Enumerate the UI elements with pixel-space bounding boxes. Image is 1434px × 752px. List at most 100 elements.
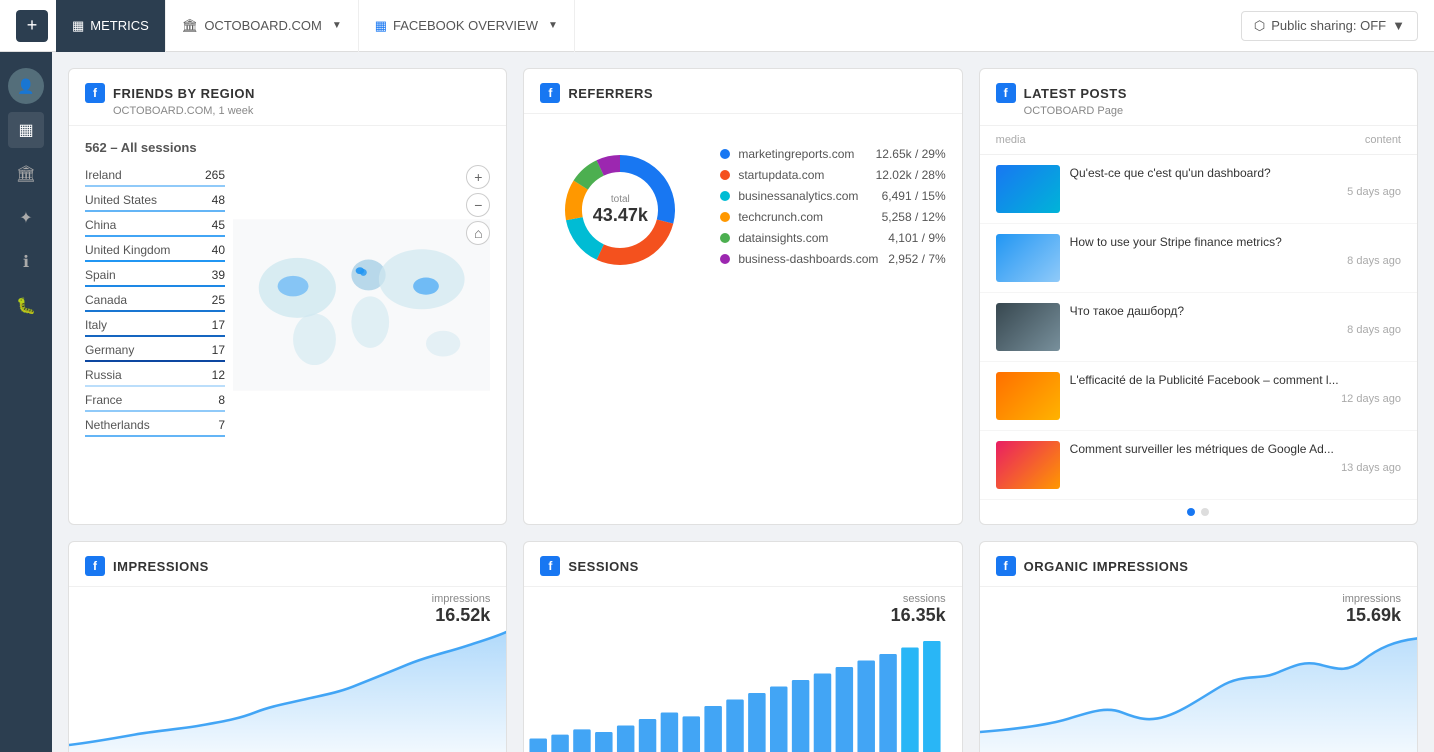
post-dot-2[interactable] xyxy=(1201,508,1209,516)
latest-posts-header: f LATEST POSTS OCTOBOARD Page xyxy=(980,69,1417,126)
referrer-name: datainsights.com xyxy=(738,231,880,245)
region-row: France8 xyxy=(85,390,225,412)
impressions-metric-label: impressions xyxy=(432,593,491,605)
post-date: 12 days ago xyxy=(1070,393,1401,405)
building-icon: 🏛 xyxy=(182,18,199,34)
sessions-metric-row: sessions 16.35k xyxy=(524,587,961,628)
referrer-name: startupdata.com xyxy=(738,168,867,182)
donut-center: total 43.47k xyxy=(593,194,648,226)
zoom-reset-button[interactable]: ⌂ xyxy=(466,221,490,245)
referrer-item: businessanalytics.com 6,491 / 15% xyxy=(720,189,945,203)
referrer-dot xyxy=(720,170,730,180)
impressions-chart xyxy=(69,628,506,752)
facebook-label: FACEBOOK OVERVIEW xyxy=(393,18,538,33)
referrers-list: marketingreports.com 12.65k / 29% startu… xyxy=(720,147,945,273)
organic-impressions-card: f ORGANIC IMPRESSIONS impressions 15.69k xyxy=(979,541,1418,752)
share-button[interactable]: ⬡ Public sharing: OFF ▼ xyxy=(1241,11,1418,41)
caret-icon: ▼ xyxy=(332,20,342,31)
impressions-card: f IMPRESSIONS impressions 16.52k xyxy=(68,541,507,752)
posts-list: Qu'est-ce que c'est qu'un dashboard? 5 d… xyxy=(980,155,1417,500)
region-row: United States48 xyxy=(85,190,225,212)
share-caret-icon: ▼ xyxy=(1392,18,1405,33)
referrer-stats: 5,258 / 12% xyxy=(882,210,946,224)
referrer-dot xyxy=(720,233,730,243)
referrer-dot xyxy=(720,254,730,264)
post-dot-1[interactable] xyxy=(1187,508,1195,516)
sessions-value: 16.35k xyxy=(891,605,946,626)
add-button[interactable]: + xyxy=(16,10,48,42)
metrics-tab[interactable]: ▦ METRICS xyxy=(56,0,166,52)
donut-value: 43.47k xyxy=(593,205,648,226)
sidebar-item-dashboard[interactable]: ▦ xyxy=(8,112,44,148)
zoom-in-button[interactable]: + xyxy=(466,165,490,189)
region-row: Spain39 xyxy=(85,265,225,287)
sidebar-avatar[interactable]: 👤 xyxy=(8,68,44,104)
organic-impressions-title: ORGANIC IMPRESSIONS xyxy=(1024,559,1189,574)
referrer-item: business-dashboards.com 2,952 / 7% xyxy=(720,252,945,266)
sidebar-item-building[interactable]: 🏛 xyxy=(8,156,44,192)
sessions-card: f SESSIONS sessions 16.35k xyxy=(523,541,962,752)
organic-value: 15.69k xyxy=(1342,605,1401,626)
region-row: Germany17 xyxy=(85,340,225,362)
region-row: Netherlands7 xyxy=(85,415,225,437)
sidebar-item-bug[interactable]: 🐛 xyxy=(8,288,44,324)
facebook-nav-icon: ▦ xyxy=(375,18,387,34)
friends-by-region-card: f FRIENDS BY REGION OCTOBOARD.COM, 1 wee… xyxy=(68,68,507,525)
world-map xyxy=(233,165,490,445)
post-item: Qu'est-ce que c'est qu'un dashboard? 5 d… xyxy=(980,155,1417,224)
fb-icon-region: f xyxy=(85,83,105,103)
topnav: + ▦ METRICS 🏛 OCTOBOARD.COM ▼ ▦ FACEBOOK… xyxy=(0,0,1434,52)
donut-segment xyxy=(597,219,674,265)
referrer-stats: 12.65k / 29% xyxy=(876,147,946,161)
fb-icon-impressions: f xyxy=(85,556,105,576)
share-label: Public sharing: OFF xyxy=(1271,18,1386,33)
post-date: 8 days ago xyxy=(1070,324,1401,336)
post-item: How to use your Stripe finance metrics? … xyxy=(980,224,1417,293)
post-date: 13 days ago xyxy=(1070,462,1401,474)
referrer-name: businessanalytics.com xyxy=(738,189,873,203)
post-thumbnail xyxy=(996,234,1060,282)
referrer-dot xyxy=(720,149,730,159)
referrer-name: marketingreports.com xyxy=(738,147,867,161)
octoboard-tab[interactable]: 🏛 OCTOBOARD.COM ▼ xyxy=(166,0,359,52)
post-thumbnail xyxy=(996,441,1060,489)
referrer-stats: 12.02k / 28% xyxy=(876,168,946,182)
posts-col-media: media xyxy=(996,134,1026,146)
referrers-card: f REFERRERS total 43.47k xyxy=(523,68,962,525)
referrers-title: REFERRERS xyxy=(568,86,653,101)
layout: 👤 ▦ 🏛 ✦ ℹ 🐛 f FRIENDS BY REGION OCTOBOAR… xyxy=(0,52,1434,752)
referrer-name: techcrunch.com xyxy=(738,210,873,224)
post-content-area: Comment surveiller les métriques de Goog… xyxy=(1070,441,1401,474)
referrer-stats: 4,101 / 9% xyxy=(888,231,945,245)
post-title: Qu'est-ce que c'est qu'un dashboard? xyxy=(1070,165,1401,182)
sessions-header: f SESSIONS xyxy=(524,542,961,587)
post-date: 5 days ago xyxy=(1070,186,1401,198)
region-list: Ireland265United States48China45United K… xyxy=(85,165,225,448)
referrer-item: datainsights.com 4,101 / 9% xyxy=(720,231,945,245)
sidebar: 👤 ▦ 🏛 ✦ ℹ 🐛 xyxy=(0,52,52,752)
facebook-tab[interactable]: ▦ FACEBOOK OVERVIEW ▼ xyxy=(359,0,575,52)
fb-icon-organic: f xyxy=(996,556,1016,576)
sidebar-item-info[interactable]: ℹ xyxy=(8,244,44,280)
referrers-body: total 43.47k marketingreports.com 12.65k… xyxy=(524,114,961,306)
sessions-metric-label: sessions xyxy=(891,593,946,605)
region-total: 562 – All sessions xyxy=(85,140,490,155)
caret-icon-fb: ▼ xyxy=(548,20,558,31)
zoom-out-button[interactable]: − xyxy=(466,193,490,217)
post-content-area: How to use your Stripe finance metrics? … xyxy=(1070,234,1401,267)
post-item: L'efficacité de la Publicité Facebook – … xyxy=(980,362,1417,431)
fb-icon-posts: f xyxy=(996,83,1016,103)
impressions-header: f IMPRESSIONS xyxy=(69,542,506,587)
region-total-label: – All sessions xyxy=(110,140,196,155)
sidebar-item-star[interactable]: ✦ xyxy=(8,200,44,236)
referrer-name: business-dashboards.com xyxy=(738,252,880,266)
latest-posts-card: f LATEST POSTS OCTOBOARD Page media cont… xyxy=(979,68,1418,525)
post-title: Comment surveiller les métriques de Goog… xyxy=(1070,441,1401,458)
posts-col-content: content xyxy=(1365,134,1401,146)
post-thumbnail xyxy=(996,303,1060,351)
post-title: How to use your Stripe finance metrics? xyxy=(1070,234,1401,251)
post-pagination xyxy=(980,500,1417,524)
organic-metric-row: impressions 15.69k xyxy=(980,587,1417,628)
sessions-chart xyxy=(524,628,961,752)
region-row: Ireland265 xyxy=(85,165,225,187)
